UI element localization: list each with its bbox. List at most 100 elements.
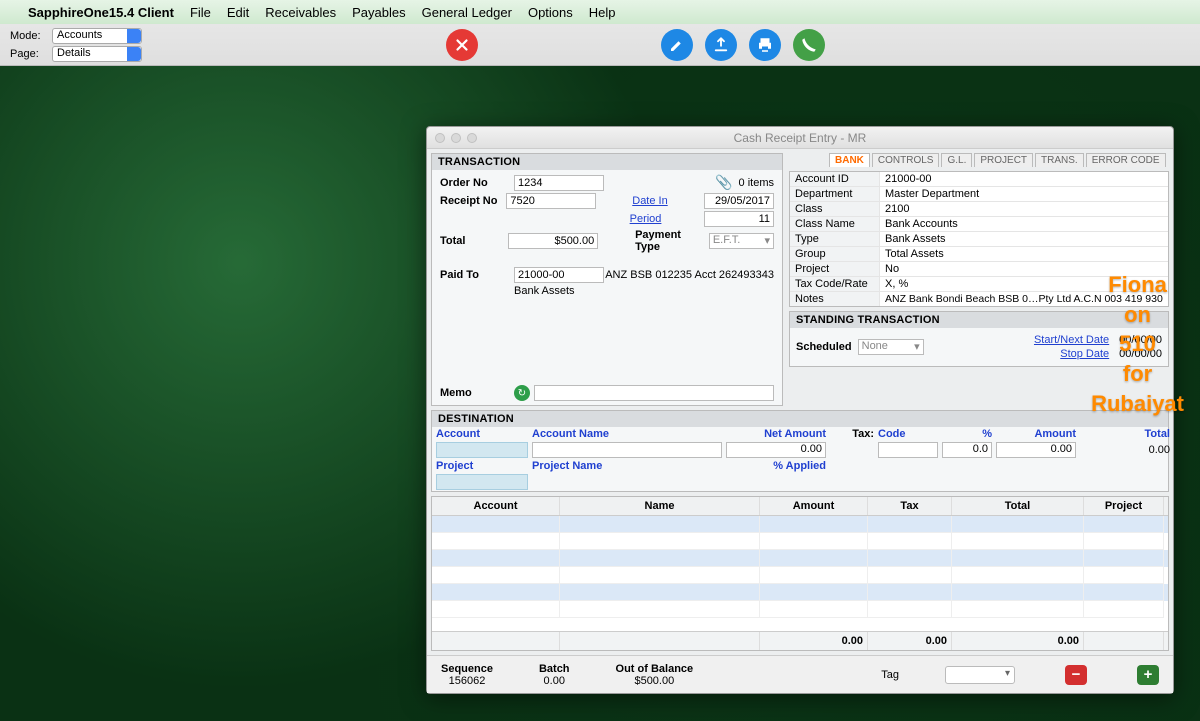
- project-value: No: [880, 262, 1168, 276]
- batch-label: Batch: [539, 663, 570, 675]
- th-account[interactable]: Account: [432, 497, 560, 515]
- col-tax: Tax:: [830, 428, 874, 440]
- period-label[interactable]: Period: [630, 213, 704, 225]
- menu-edit[interactable]: Edit: [227, 5, 249, 20]
- th-amount[interactable]: Amount: [760, 497, 868, 515]
- menu-receivables[interactable]: Receivables: [265, 5, 336, 20]
- table-row[interactable]: [432, 601, 1168, 618]
- table-row[interactable]: [432, 550, 1168, 567]
- stop-date-label[interactable]: Stop Date: [1060, 348, 1109, 360]
- payment-type-label: Payment Type: [635, 229, 709, 253]
- sequence-value: 156062: [449, 675, 486, 687]
- dest-net-amount-input[interactable]: 0.00: [726, 442, 826, 458]
- window-footer: Sequence 156062 Batch 0.00 Out of Balanc…: [427, 655, 1173, 693]
- paid-to-name: Bank Assets: [514, 285, 575, 297]
- page-label: Page:: [10, 48, 46, 60]
- total-input[interactable]: [508, 233, 598, 249]
- tf-amount: 0.00: [760, 632, 868, 650]
- batch-value: 0.00: [544, 675, 565, 687]
- add-line-button[interactable]: +: [1137, 665, 1159, 685]
- tf-tax: 0.00: [868, 632, 952, 650]
- account-id-label: Account ID: [790, 172, 880, 186]
- dest-project-input[interactable]: [436, 474, 528, 490]
- tab-error-code[interactable]: ERROR CODE: [1086, 153, 1166, 167]
- mode-select[interactable]: Accounts: [52, 28, 142, 44]
- tab-bank[interactable]: BANK: [829, 153, 870, 167]
- tag-select[interactable]: [945, 666, 1015, 684]
- dest-account-input[interactable]: [436, 442, 528, 458]
- tab-gl[interactable]: G.L.: [941, 153, 972, 167]
- call-button[interactable]: [793, 29, 825, 61]
- account-id-value: 21000-00: [880, 172, 1168, 186]
- table-row[interactable]: [432, 533, 1168, 550]
- page-select[interactable]: Details: [52, 46, 142, 62]
- tab-controls[interactable]: CONTROLS: [872, 153, 940, 167]
- total-label: Total: [440, 235, 508, 247]
- start-date-label[interactable]: Start/Next Date: [1034, 334, 1109, 346]
- items-count: 0 items: [739, 177, 774, 189]
- pencil-icon: [668, 36, 686, 54]
- out-of-balance-value: $500.00: [634, 675, 674, 687]
- memo-label: Memo: [440, 387, 514, 399]
- menu-file[interactable]: File: [190, 5, 211, 20]
- class-name-value: Bank Accounts: [880, 217, 1168, 231]
- table-row[interactable]: [432, 584, 1168, 601]
- table-row[interactable]: [432, 516, 1168, 533]
- paid-to-account-input[interactable]: [514, 267, 604, 283]
- menu-general-ledger[interactable]: General Ledger: [422, 5, 512, 20]
- standing-transaction-panel: STANDING TRANSACTION Scheduled None ▾ St…: [789, 311, 1169, 367]
- th-name[interactable]: Name: [560, 497, 760, 515]
- export-button[interactable]: [705, 29, 737, 61]
- col-account: Account: [436, 428, 528, 440]
- notes-value: ANZ Bank Bondi Beach BSB 0…Pty Ltd A.C.N…: [880, 292, 1168, 306]
- dest-total-value: 0.00: [1080, 444, 1170, 456]
- period-input[interactable]: [704, 211, 774, 227]
- col-applied: % Applied: [726, 460, 826, 472]
- memo-action-icon[interactable]: ↻: [514, 385, 530, 401]
- menu-options[interactable]: Options: [528, 5, 573, 20]
- th-project[interactable]: Project: [1084, 497, 1164, 515]
- col-net-amount: Net Amount: [726, 428, 826, 440]
- order-no-input[interactable]: [514, 175, 604, 191]
- type-label: Type: [790, 232, 880, 246]
- date-in-label[interactable]: Date In: [632, 195, 704, 207]
- scheduled-select[interactable]: None ▾: [858, 339, 924, 355]
- standing-header: STANDING TRANSACTION: [790, 312, 1168, 328]
- cancel-button[interactable]: [446, 29, 478, 61]
- scheduled-label: Scheduled: [796, 341, 852, 353]
- table-body[interactable]: [432, 516, 1168, 631]
- mode-label: Mode:: [10, 30, 46, 42]
- export-icon: [712, 36, 730, 54]
- menu-payables[interactable]: Payables: [352, 5, 405, 20]
- print-button[interactable]: [749, 29, 781, 61]
- memo-input[interactable]: [534, 385, 774, 401]
- dest-amount-input[interactable]: 0.00: [996, 442, 1076, 458]
- app-name[interactable]: SapphireOne15.4 Client: [28, 5, 174, 20]
- col-pct: %: [942, 428, 992, 440]
- paid-to-label: Paid To: [440, 269, 514, 281]
- tab-trans[interactable]: TRANS.: [1035, 153, 1084, 167]
- col-amount: Amount: [996, 428, 1076, 440]
- dest-account-name-input[interactable]: [532, 442, 722, 458]
- edit-button[interactable]: [661, 29, 693, 61]
- table-row[interactable]: [432, 567, 1168, 584]
- tab-project[interactable]: PROJECT: [974, 153, 1033, 167]
- remove-line-button[interactable]: −: [1065, 665, 1087, 685]
- payment-type-select[interactable]: E.F.T. ▾: [709, 233, 774, 249]
- menu-help[interactable]: Help: [589, 5, 616, 20]
- lines-table: Account Name Amount Tax Total Project 0.…: [431, 496, 1169, 651]
- receipt-no-input[interactable]: [506, 193, 596, 209]
- attachment-icon[interactable]: 📎: [715, 174, 732, 191]
- type-value: Bank Assets: [880, 232, 1168, 246]
- th-total[interactable]: Total: [952, 497, 1084, 515]
- col-project-name: Project Name: [532, 460, 722, 472]
- project-label: Project: [790, 262, 880, 276]
- dest-pct-input[interactable]: 0.0: [942, 442, 992, 458]
- sequence-label: Sequence: [441, 663, 493, 675]
- date-in-input[interactable]: [704, 193, 774, 209]
- window-titlebar[interactable]: Cash Receipt Entry - MR: [427, 127, 1173, 149]
- group-label: Group: [790, 247, 880, 261]
- dest-code-input[interactable]: [878, 442, 938, 458]
- th-tax[interactable]: Tax: [868, 497, 952, 515]
- window-title: Cash Receipt Entry - MR: [427, 131, 1173, 145]
